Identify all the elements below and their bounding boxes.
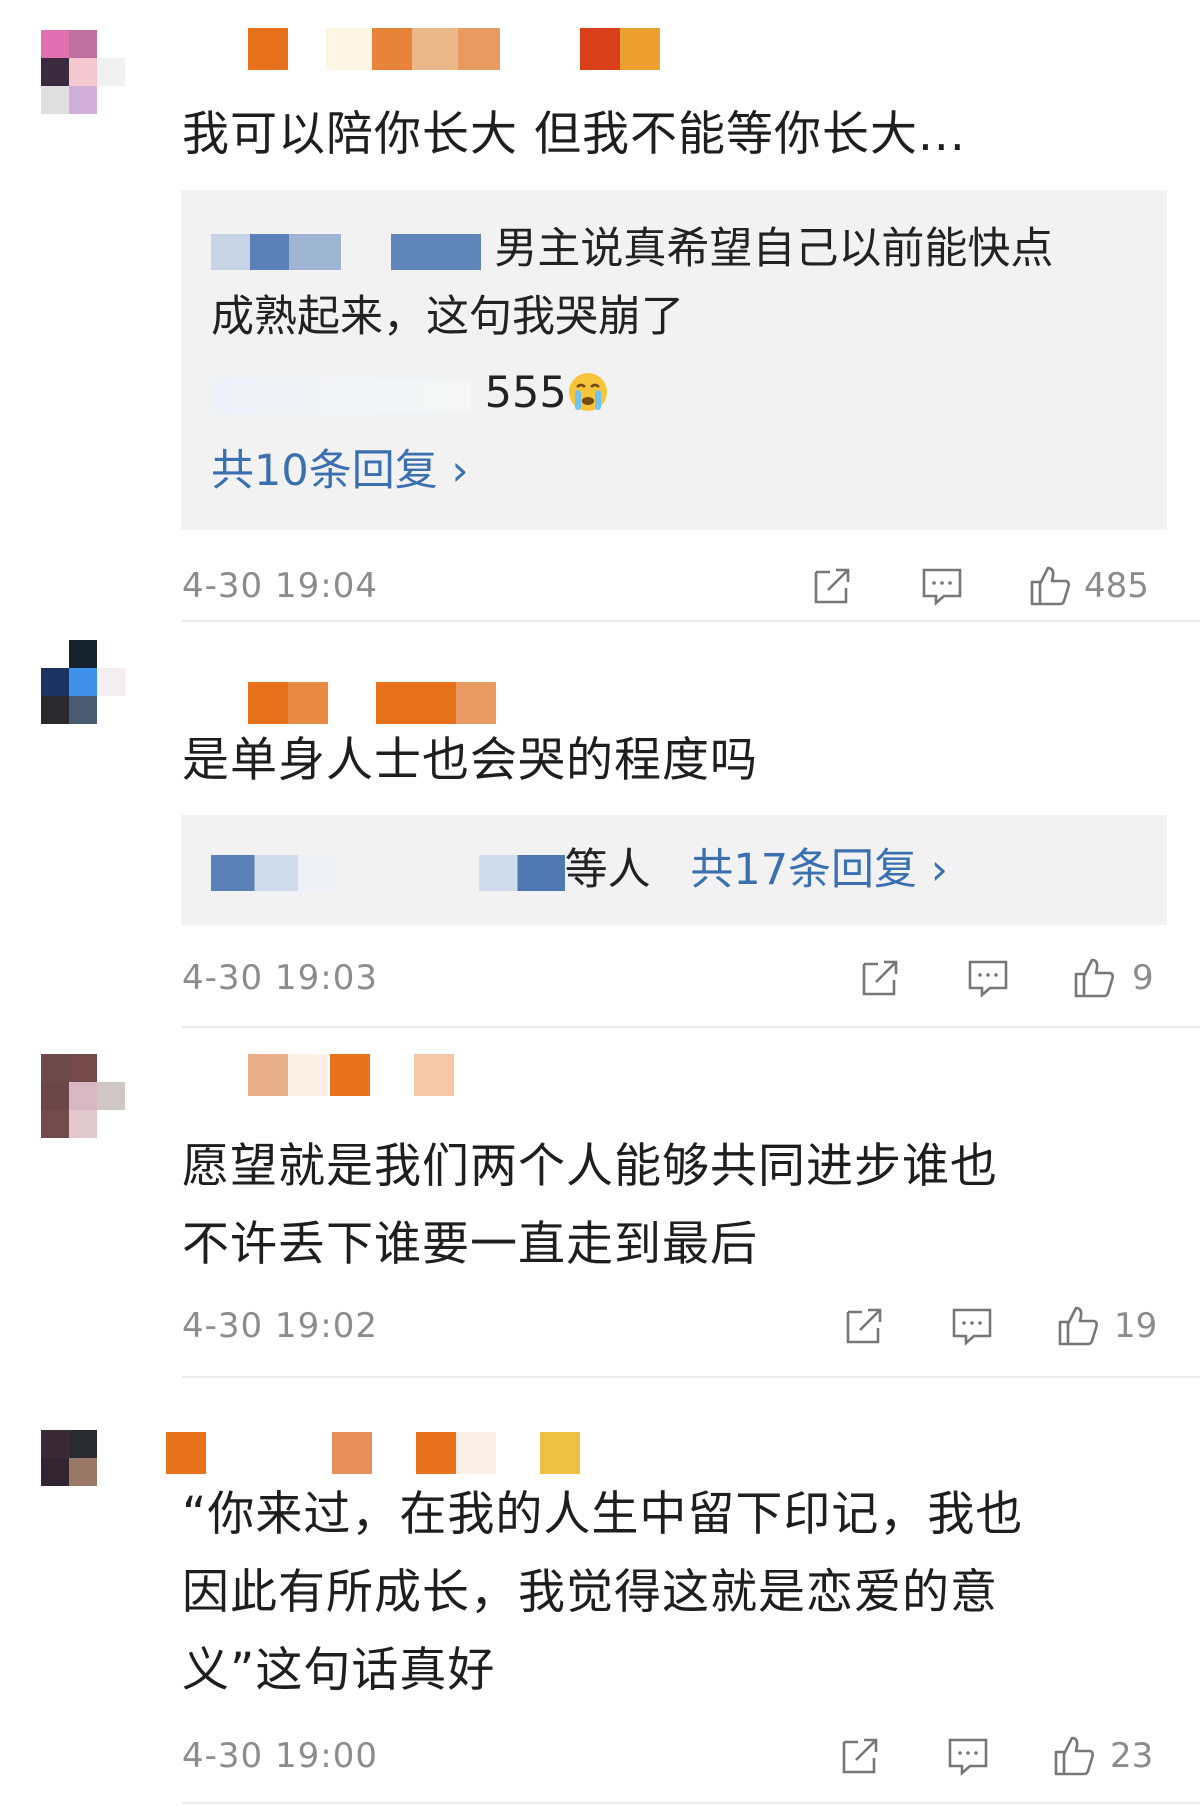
share-icon[interactable] (858, 956, 902, 1000)
comment-text: “你来过，在我的人生中留下印记，我也 因此有所成长，我觉得这就是恋爱的意 义”这… (182, 1487, 1024, 1698)
avatar[interactable] (41, 1054, 125, 1138)
reply-text: 男主说真希望自己以前能快点 (494, 224, 1054, 274)
comment-time: 4-30 19:04 (182, 566, 378, 606)
like-count: 485 (1084, 566, 1149, 606)
like-icon[interactable] (1056, 1304, 1100, 1348)
divider (182, 1026, 1200, 1028)
comment-time: 4-30 19:02 (182, 1306, 378, 1346)
reply-item[interactable]: 男主说真希望自己以前能快点 (211, 214, 1053, 284)
comment-icon[interactable] (920, 564, 964, 608)
comment-text: 是单身人士也会哭的程度吗 (182, 733, 758, 788)
username-redacted[interactable] (166, 28, 666, 70)
reply-suffix: 等人 (564, 845, 651, 895)
reply-box[interactable]: 等人 共17条回复 › (181, 815, 1167, 925)
reply-username-redacted[interactable] (478, 854, 565, 891)
reply-username-redacted[interactable] (211, 854, 335, 891)
avatar[interactable] (41, 1430, 125, 1514)
share-icon[interactable] (842, 1304, 886, 1348)
comment-meta: 4-30 19:00 23 (182, 1728, 1167, 1784)
reply-username-redacted[interactable] (211, 233, 341, 270)
comment-meta: 4-30 19:02 19 (182, 1298, 1167, 1354)
crying-emoji-icon (567, 364, 609, 411)
avatar[interactable] (41, 30, 125, 114)
reply-text: 555 (484, 368, 567, 418)
view-replies-link[interactable]: 共17条回复 › (690, 845, 948, 895)
divider (182, 620, 1200, 622)
comment-icon[interactable] (950, 1304, 994, 1348)
username-redacted[interactable] (166, 1054, 666, 1096)
share-icon[interactable] (810, 564, 854, 608)
like-icon[interactable] (1072, 956, 1116, 1000)
comment-time: 4-30 19:03 (182, 958, 378, 998)
like-count: 9 (1132, 958, 1154, 998)
reply-username-redacted[interactable] (211, 377, 471, 414)
view-replies-link[interactable]: 共10条回复 › (211, 436, 469, 506)
reply-summary[interactable]: 等人 共17条回复 › (211, 835, 948, 905)
share-icon[interactable] (838, 1734, 882, 1778)
avatar[interactable] (41, 640, 125, 724)
comment-text: 愿望就是我们两个人能够共同进步谁也 不许丢下谁要一直走到最后 (182, 1139, 998, 1272)
reply-box[interactable]: 男主说真希望自己以前能快点 成熟起来，这句我哭崩了 555 共10条回复 › (181, 190, 1167, 530)
like-count: 19 (1114, 1306, 1158, 1346)
reply-item[interactable]: 555 (211, 358, 609, 428)
username-redacted[interactable] (166, 1432, 666, 1474)
reply-text-cont: 成熟起来，这句我哭崩了 (211, 292, 684, 342)
comment-time: 4-30 19:00 (182, 1736, 378, 1776)
comment-meta: 4-30 19:04 485 (182, 558, 1167, 614)
comment-meta: 4-30 19:03 9 (182, 950, 1167, 1006)
divider (182, 1802, 1200, 1804)
divider (182, 1376, 1200, 1378)
reply-username-redacted[interactable] (390, 233, 481, 270)
like-icon[interactable] (1052, 1734, 1096, 1778)
comment-text: 我可以陪你长大 但我不能等你长大... (182, 107, 966, 162)
username-redacted[interactable] (166, 682, 666, 724)
like-icon[interactable] (1028, 564, 1072, 608)
comment-icon[interactable] (946, 1734, 990, 1778)
like-count: 23 (1110, 1736, 1154, 1776)
comment-icon[interactable] (966, 956, 1010, 1000)
